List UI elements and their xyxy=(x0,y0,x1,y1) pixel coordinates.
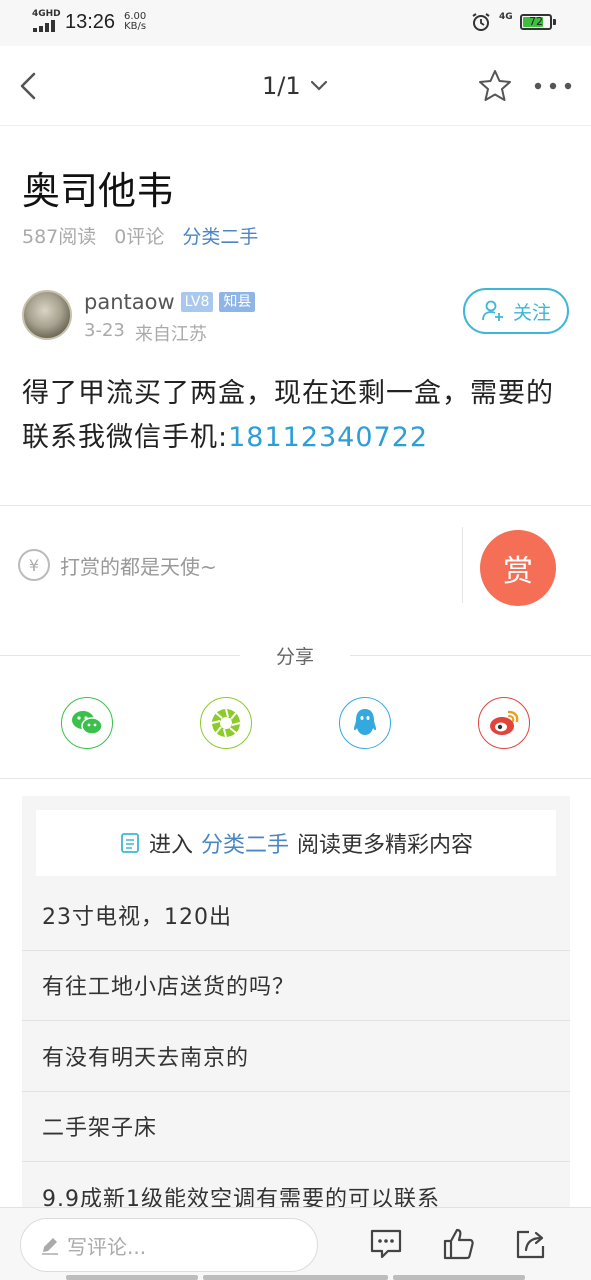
level-badge: LV8 xyxy=(180,292,214,312)
list-item[interactable]: 二手架子床 xyxy=(22,1092,570,1162)
divider xyxy=(350,655,591,656)
comment-input[interactable]: 写评论... xyxy=(20,1218,318,1272)
comment-placeholder: 写评论... xyxy=(67,1234,147,1259)
signal-icon xyxy=(33,20,57,32)
nav-indicator xyxy=(393,1275,525,1280)
author-row: pantaow LV8 知县 3-23 来自江苏 关注 xyxy=(22,288,570,346)
document-icon xyxy=(121,833,139,853)
phone-link[interactable]: 18112340722 xyxy=(228,422,428,453)
pencil-icon xyxy=(42,1238,58,1255)
enter-category-banner[interactable]: 进入 分类二手 阅读更多精彩内容 xyxy=(36,810,556,876)
enter-category-link[interactable]: 分类二手 xyxy=(201,827,289,859)
author-name-row: pantaow LV8 知县 xyxy=(84,290,256,314)
status-time: 13:26 xyxy=(65,11,116,33)
post-info: 3-23 来自江苏 xyxy=(84,320,207,346)
divider xyxy=(462,527,463,603)
network-type: 4GHD xyxy=(32,9,61,19)
nav-indicator xyxy=(66,1275,198,1280)
page-selector[interactable]: 1/1 xyxy=(262,72,329,100)
weibo-icon[interactable] xyxy=(478,697,530,749)
post-date: 3-23 xyxy=(84,320,125,341)
post-location: 来自江苏 xyxy=(134,324,207,345)
divider xyxy=(0,505,591,506)
follow-label: 关注 xyxy=(512,301,551,324)
like-icon[interactable] xyxy=(441,1226,477,1262)
enter-prefix: 进入 xyxy=(148,833,193,858)
list-item[interactable]: 23寸电视，120出 xyxy=(22,880,570,951)
comment-count: 0评论 xyxy=(114,226,165,248)
star-icon[interactable] xyxy=(477,68,513,104)
battery-level: 72 xyxy=(529,15,543,28)
author-name[interactable]: pantaow xyxy=(84,290,175,314)
reward-hint-text: 打赏的都是天使~ xyxy=(60,554,217,579)
add-user-icon xyxy=(482,300,503,321)
moments-icon[interactable] xyxy=(200,697,252,749)
bottom-bar: 写评论... xyxy=(0,1207,591,1280)
related-posts: 进入 分类二手 阅读更多精彩内容 23寸电视，120出 有往工地小店送货的吗？ … xyxy=(22,796,570,1233)
category-link[interactable]: 分类二手 xyxy=(182,222,258,249)
divider xyxy=(0,778,591,779)
battery-icon: 72 xyxy=(520,14,552,30)
article-title: 奥司他韦 xyxy=(22,169,175,213)
network-speed: 6.00 KB/s xyxy=(124,12,146,32)
follow-button[interactable]: 关注 xyxy=(463,288,569,334)
list-item[interactable]: 有没有明天去南京的 xyxy=(22,1021,570,1092)
page-indicator: 1/1 xyxy=(262,72,301,100)
chevron-down-icon xyxy=(310,80,327,91)
battery-tip xyxy=(553,19,556,25)
article-body: 得了甲流买了两盒，现在还剩一盒，需要的联系我微信手机:18112340722 xyxy=(22,372,572,460)
related-list: 23寸电视，120出 有往工地小店送货的吗？ 有没有明天去南京的 二手架子床 9… xyxy=(22,880,570,1233)
divider xyxy=(0,655,240,656)
back-icon[interactable] xyxy=(14,66,44,106)
qq-icon[interactable] xyxy=(339,697,391,749)
nav-indicator xyxy=(203,1275,388,1280)
article-meta: 587阅读 0评论 分类二手 xyxy=(22,222,258,249)
list-item[interactable]: 有往工地小店送货的吗？ xyxy=(22,951,570,1021)
yuan-icon: ¥ xyxy=(18,549,50,581)
share-label: 分享 xyxy=(275,646,314,668)
status-bar: 4GHD 13:26 6.00 KB/s 4G 72 xyxy=(0,0,591,46)
comment-icon[interactable] xyxy=(368,1226,404,1262)
top-nav-bar: 1/1 xyxy=(0,46,591,126)
alarm-icon xyxy=(472,13,490,31)
wechat-icon[interactable] xyxy=(61,697,113,749)
network-type-2: 4G xyxy=(499,12,513,22)
speed-unit: KB/s xyxy=(124,21,147,32)
reward-hint: ¥ 打赏的都是天使~ xyxy=(18,549,217,581)
reward-button[interactable]: 赏 xyxy=(480,530,556,606)
title-badge: 知县 xyxy=(219,292,256,312)
enter-suffix: 阅读更多精彩内容 xyxy=(297,833,474,858)
share-icon[interactable] xyxy=(513,1226,549,1262)
avatar[interactable] xyxy=(22,290,72,340)
more-icon[interactable] xyxy=(532,76,574,96)
read-count: 587阅读 xyxy=(22,226,97,248)
